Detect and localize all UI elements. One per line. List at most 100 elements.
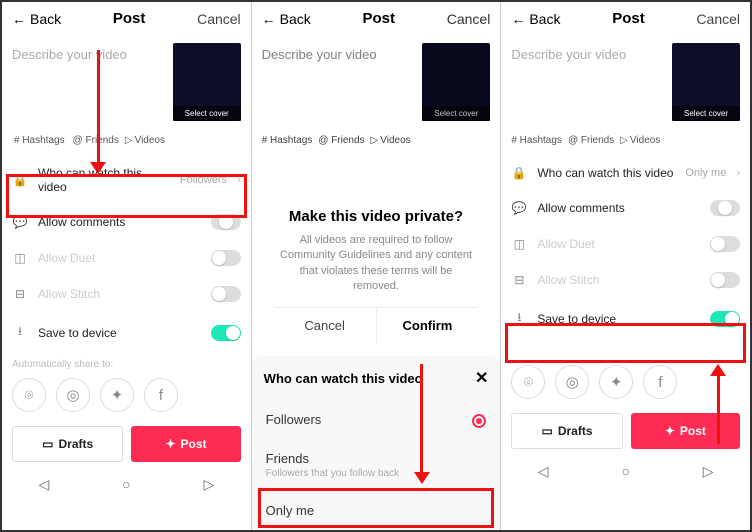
cancel-button[interactable]: Cancel xyxy=(447,11,491,27)
videos-button[interactable]: ▷Videos xyxy=(125,135,165,146)
drafts-icon: ▭ xyxy=(542,424,553,438)
nav-back-icon[interactable]: ◁ xyxy=(38,476,49,493)
lock-icon: 🔒 xyxy=(511,166,527,180)
chevron-right-icon: › xyxy=(237,174,241,186)
page-title: Post xyxy=(363,10,396,27)
nav-recent-icon[interactable]: ▷ xyxy=(203,476,214,493)
back-button[interactable]: ←Back xyxy=(511,11,560,27)
android-nav: ◁ ○ ▷ xyxy=(2,468,251,497)
chevron-right-icon: › xyxy=(736,167,740,179)
duet-icon: ◫ xyxy=(12,251,28,265)
instagram-icon[interactable]: ◎ xyxy=(56,378,90,412)
drafts-button[interactable]: ▭Drafts xyxy=(12,426,123,462)
allow-duet-toggle[interactable] xyxy=(211,250,241,266)
post-icon: ✦ xyxy=(665,424,675,438)
private-dialog: Make this video private? All videos are … xyxy=(262,194,491,343)
facebook-icon[interactable]: f xyxy=(643,365,677,399)
save-device-row: ⭳ Save to device xyxy=(2,312,251,353)
cancel-button[interactable]: Cancel xyxy=(696,11,740,27)
post-button[interactable]: ✦Post xyxy=(631,413,740,449)
facebook-icon[interactable]: f xyxy=(144,378,178,412)
allow-comments-toggle[interactable] xyxy=(211,214,241,230)
stories-icon[interactable]: ✦ xyxy=(100,378,134,412)
friends-button[interactable]: @ Friends xyxy=(71,135,119,146)
save-device-toggle[interactable] xyxy=(211,325,241,341)
allow-comments-toggle[interactable] xyxy=(710,200,740,216)
play-icon: ▷ xyxy=(125,135,133,146)
panel-step2: ←Back Post Cancel Describe your video Se… xyxy=(252,2,502,530)
option-only-me[interactable]: Only me xyxy=(252,491,501,530)
hashtags-button[interactable]: # Hashtags xyxy=(262,135,313,146)
who-can-watch-row[interactable]: 🔒 Who can watch this video Followers › xyxy=(2,156,251,204)
nav-back-icon[interactable]: ◁ xyxy=(538,463,549,480)
comment-icon: 💬 xyxy=(12,215,28,229)
allow-duet-row: ◫ Allow Duet xyxy=(2,240,251,276)
arrow-left-icon: ← xyxy=(262,11,276,27)
videos-button[interactable]: ▷Videos xyxy=(620,135,660,146)
post-icon: ✦ xyxy=(165,437,175,451)
select-cover-label: Select cover xyxy=(173,106,241,121)
header: ← Back Post Cancel xyxy=(2,2,251,35)
sheet-header: Who can watch this video ✕ xyxy=(252,356,501,400)
arrow-left-icon: ← xyxy=(511,11,525,27)
nav-recent-icon[interactable]: ▷ xyxy=(703,463,714,480)
post-button[interactable]: ✦Post xyxy=(131,426,240,462)
cover-thumb[interactable]: Select cover xyxy=(173,43,241,121)
hashtags-button[interactable]: # Hashtags xyxy=(511,135,562,146)
page-title: Post xyxy=(612,10,645,27)
lock-icon: 🔒 xyxy=(12,173,28,187)
option-friends[interactable]: Friends Followers that you follow back xyxy=(252,439,501,491)
back-button[interactable]: ←Back xyxy=(262,11,311,27)
save-device-row: ⭳ Save to device xyxy=(501,298,750,339)
allow-stitch-toggle[interactable] xyxy=(211,286,241,302)
whatsapp-icon[interactable]: ⌾ xyxy=(12,378,46,412)
allow-stitch-toggle[interactable] xyxy=(710,272,740,288)
page-title: Post xyxy=(113,10,146,27)
dialog-cancel-button[interactable]: Cancel xyxy=(274,308,377,343)
cover-thumb[interactable]: Select cover xyxy=(672,43,740,121)
save-device-toggle[interactable] xyxy=(710,311,740,327)
dialog-body: All videos are required to follow Commun… xyxy=(274,233,479,295)
android-nav: ◁ ○ ▷ xyxy=(501,455,750,484)
back-button[interactable]: ← Back xyxy=(12,11,61,27)
nav-home-icon[interactable]: ○ xyxy=(621,463,629,480)
allow-stitch-row: ⊟ Allow Stitch xyxy=(501,262,750,298)
header: ←Back Post Cancel xyxy=(252,2,501,35)
description-input[interactable]: Describe your video xyxy=(12,43,165,121)
cover-thumb[interactable]: Select cover xyxy=(422,43,490,121)
description-input[interactable]: Describe your video xyxy=(511,43,664,121)
friends-button[interactable]: @ Friends xyxy=(318,135,364,146)
drafts-icon: ▭ xyxy=(42,437,53,451)
panel-step1: ← Back Post Cancel Describe your video S… xyxy=(2,2,252,530)
who-value: Followers xyxy=(180,174,227,186)
download-icon: ⭳ xyxy=(12,322,28,343)
allow-comments-row: 💬 Allow comments xyxy=(501,190,750,226)
sheet-title: Who can watch this video xyxy=(264,371,423,386)
drafts-button[interactable]: ▭Drafts xyxy=(511,413,622,449)
nav-home-icon[interactable]: ○ xyxy=(122,476,130,493)
description-input[interactable]: Describe your video xyxy=(262,43,415,121)
who-can-watch-row[interactable]: 🔒 Who can watch this video Only me › xyxy=(501,156,750,190)
allow-duet-toggle[interactable] xyxy=(710,236,740,252)
dialog-confirm-button[interactable]: Confirm xyxy=(377,308,479,343)
back-label: Back xyxy=(30,11,61,27)
whatsapp-icon[interactable]: ⌾ xyxy=(511,365,545,399)
privacy-sheet: Who can watch this video ✕ Followers Fri… xyxy=(252,356,501,530)
videos-button[interactable]: ▷Videos xyxy=(371,135,411,146)
cancel-button[interactable]: Cancel xyxy=(197,11,241,27)
auto-share-label: Automatically share to: xyxy=(2,353,251,374)
who-value: Only me xyxy=(685,167,726,179)
close-icon[interactable]: ✕ xyxy=(475,368,488,388)
option-followers[interactable]: Followers xyxy=(252,400,501,439)
allow-stitch-row: ⊟ Allow Stitch xyxy=(2,276,251,312)
stories-icon[interactable]: ✦ xyxy=(599,365,633,399)
radio-selected-icon xyxy=(472,414,486,428)
hashtags-button[interactable]: # Hashtags xyxy=(12,135,65,146)
download-icon: ⭳ xyxy=(511,308,527,329)
allow-duet-row: ◫ Allow Duet xyxy=(501,226,750,262)
instagram-icon[interactable]: ◎ xyxy=(555,365,589,399)
stitch-icon: ⊟ xyxy=(511,273,527,287)
friends-button[interactable]: @ Friends xyxy=(568,135,614,146)
allow-comments-row: 💬 Allow comments xyxy=(2,204,251,240)
panel-step3: ←Back Post Cancel Describe your video Se… xyxy=(501,2,750,530)
